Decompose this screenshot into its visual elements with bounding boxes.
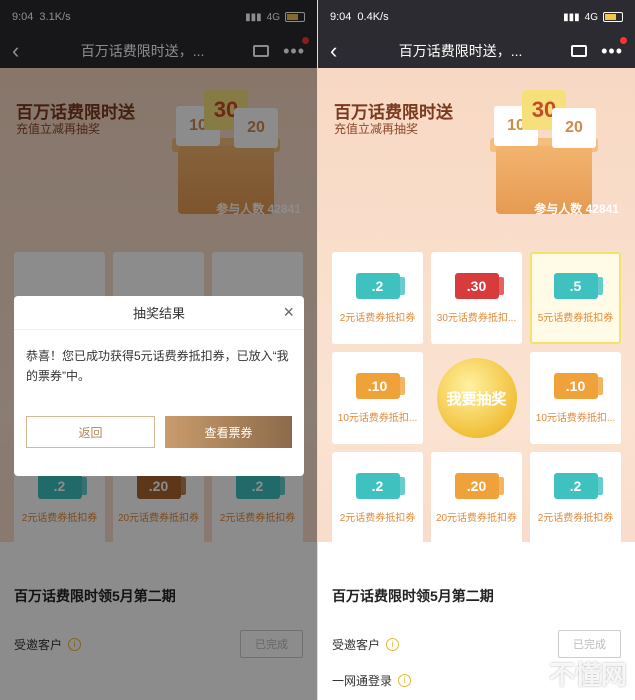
dialog-title: 抽奖结果 (132, 306, 185, 321)
back-button[interactable]: 返回 (26, 416, 155, 448)
signal-icon: ▮▮▮ (563, 11, 580, 23)
status-speed: 0.4K/s (357, 11, 389, 23)
banner: 百万话费限时送 充值立减再抽奖 10 30 20 参与人数 42841 (318, 68, 635, 223)
nav-bar: ‹ 百万话费限时送，... ••• (318, 34, 635, 68)
back-icon[interactable]: ‹ (330, 38, 350, 64)
coupon-ticket: .2 (355, 472, 405, 499)
notification-dot (620, 36, 627, 44)
coupon-ticket: .30 (454, 272, 504, 299)
coupon-ticket: .2 (553, 472, 603, 499)
left-screen: 9:04 3.1K/s ▮▮▮ 4G ‹ 百万话费限时送，... ••• 百万话… (0, 0, 317, 700)
prize-cell: .30 30元话费券抵扣... (431, 252, 522, 344)
prize-label: 2元话费券抵扣券 (339, 312, 416, 324)
watermark-logo: 不懂网 (549, 655, 627, 692)
task-label: 受邀客户 (332, 637, 381, 652)
prize-cell: .2 2元话费券抵扣券 (530, 452, 621, 544)
prize-cell: .2 2元话费券抵扣券 (332, 452, 423, 544)
coupon-ticket: .20 (454, 472, 504, 499)
coupon-ticket: .2 (355, 272, 405, 299)
screenshot-root: 9:04 3.1K/s ▮▮▮ 4G ‹ 百万话费限时送，... ••• 百万话… (0, 0, 635, 700)
info-icon[interactable]: i (398, 673, 412, 687)
more-icon[interactable]: ••• (601, 36, 627, 62)
coupon-ticket: .5 (553, 272, 603, 299)
prize-cell: .10 10元话费券抵扣... (530, 352, 621, 444)
dialog-message: 恭喜！您已成功获得5元话费券抵扣券，已放入“我的票券”中。 (26, 349, 289, 383)
close-icon[interactable]: × (283, 302, 294, 323)
dialog-header: 抽奖结果 × (14, 296, 304, 330)
coupon-20-card: 20 (552, 108, 596, 148)
info-icon[interactable]: i (386, 637, 400, 651)
coupon-ticket: .10 (355, 372, 405, 399)
status-time: 9:04 (330, 11, 352, 23)
task-done-button[interactable]: 已完成 (558, 630, 621, 658)
prize-cell: .10 10元话费券抵扣... (332, 352, 423, 444)
view-tickets-button[interactable]: 查看票券 (165, 416, 292, 448)
prize-grid: .2 2元话费券抵扣券 .30 30元话费券抵扣... .5 5元话费券抵扣券 .10 10元… (332, 252, 621, 544)
prize-label: 30元话费券抵扣... (436, 312, 517, 324)
task-label: 一网通登录 (332, 673, 393, 688)
prize-label: 20元话费券抵扣券 (435, 512, 518, 524)
prize-label: 2元话费券抵扣券 (537, 512, 614, 524)
prize-label: 2元话费券抵扣券 (339, 512, 416, 524)
battery-icon (603, 12, 623, 22)
draw-cell: 我要抽奖 (431, 352, 522, 444)
prize-cell: .5 5元话费券抵扣券 (530, 252, 621, 344)
prize-cell: .20 20元话费券抵扣券 (431, 452, 522, 544)
prize-cell: .2 2元话费券抵扣券 (332, 252, 423, 344)
coupon-ticket: .10 (553, 372, 603, 399)
prize-label: 10元话费券抵扣... (535, 412, 616, 424)
network-label: 4G (584, 11, 598, 23)
result-dialog: 抽奖结果 × 恭喜！您已成功获得5元话费券抵扣券，已放入“我的票券”中。 返回 … (14, 296, 304, 476)
right-screen: 9:04 0.4K/s ▮▮▮ 4G ‹ 百万话费限时送，... ••• 百万话… (317, 0, 635, 700)
section-title: 百万话费限时领5月第二期 (332, 588, 494, 604)
status-bar: 9:04 0.4K/s ▮▮▮ 4G (318, 0, 635, 34)
ticket-icon[interactable] (571, 45, 588, 57)
draw-button[interactable]: 我要抽奖 (436, 358, 517, 438)
participant-count: 参与人数 42841 (534, 202, 619, 216)
page-title: 百万话费限时送，... (398, 43, 523, 59)
page-content: 百万话费限时送 充值立减再抽奖 10 30 20 参与人数 42841 .2 2元… (318, 68, 635, 700)
dialog-actions: 返回 查看票券 (14, 416, 304, 448)
banner-subtitle: 充值立减再抽奖 (334, 122, 419, 136)
prize-label: 10元话费券抵扣... (337, 412, 418, 424)
watermark-text: 不懂网 (548, 660, 627, 690)
prize-label: 5元话费券抵扣券 (537, 312, 614, 324)
